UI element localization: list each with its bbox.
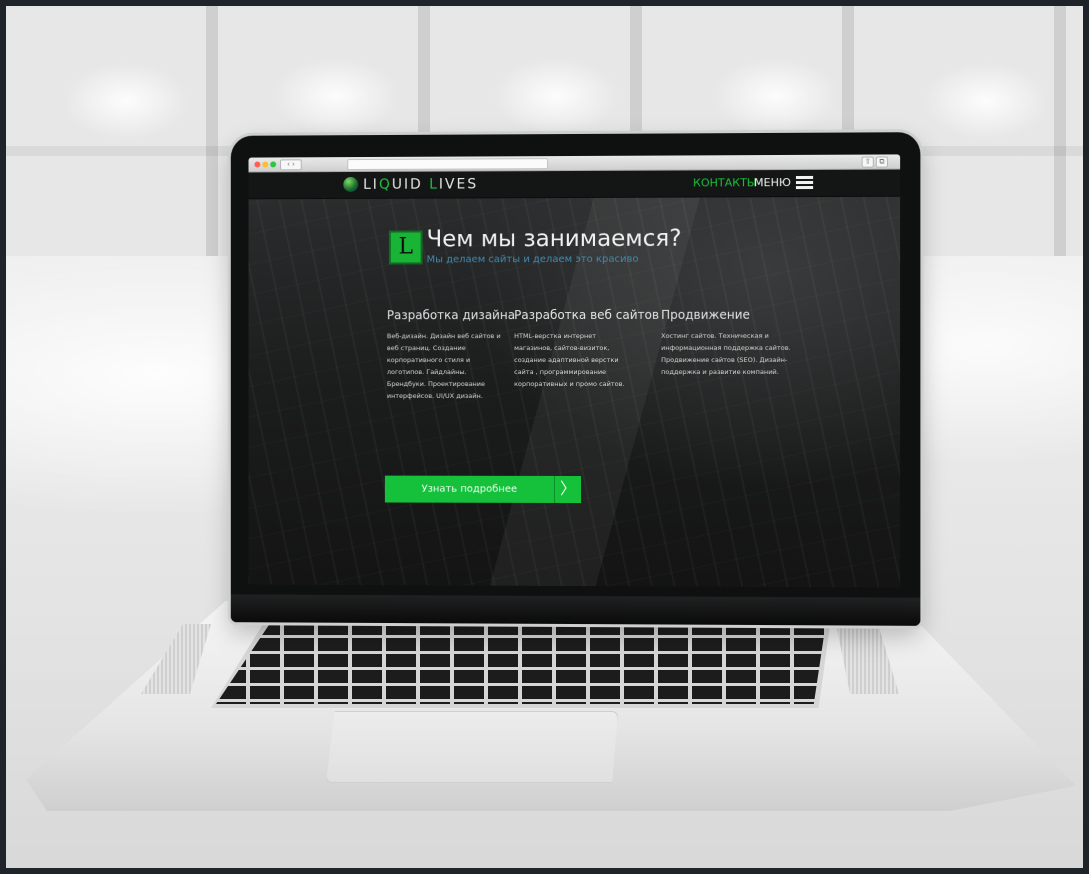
logo-text-accent: L <box>429 177 439 193</box>
service-text-promotion: Хостинг сайтов. Техническая и информацио… <box>661 330 797 378</box>
globe-logo-icon <box>343 177 358 192</box>
hero-subtitle: Мы делаем сайты и делаем это красиво <box>427 254 639 267</box>
site-header: LIQUID LIVES КОНТАКТЫ МЕНЮ <box>249 170 901 200</box>
share-icon[interactable]: ⇪ <box>862 157 874 168</box>
hamburger-menu-icon[interactable] <box>796 176 813 189</box>
lid-bezel-bottom <box>231 594 921 625</box>
trackpad <box>326 711 618 783</box>
site-logo[interactable]: LIQUID LIVES <box>363 175 478 193</box>
chevron-right-icon: 〉 <box>554 476 581 503</box>
learn-more-label: Узнать подробнее <box>385 476 554 503</box>
photo-background: ‹ › ⇪ ⧉ LIQUID LIVES КОНТАКТЫ МЕНЮ L Чем… <box>6 6 1083 868</box>
logo-text-accent: Q <box>379 177 392 193</box>
learn-more-button[interactable]: Узнать подробнее 〉 <box>385 476 581 503</box>
service-title-design: Разработка дизайна <box>387 308 515 322</box>
minimize-window-icon[interactable] <box>262 161 268 167</box>
logo-text-part: UID <box>392 177 429 193</box>
nav-menu-link[interactable]: МЕНЮ <box>754 177 791 189</box>
hero-title: Чем мы занимаемся? <box>427 226 682 253</box>
service-title-web: Разработка веб сайтов <box>514 308 659 322</box>
service-title-promotion: Продвижение <box>661 308 797 322</box>
keyboard-keys <box>216 622 826 704</box>
l-logo-icon: L <box>389 230 423 264</box>
close-window-icon[interactable] <box>254 161 260 167</box>
service-text-web: HTML-верстка интернет магазинов, сайтов-… <box>514 330 629 390</box>
service-text-design: Веб-дизайн. Дизайн веб сайтов и веб стра… <box>387 330 501 402</box>
tabs-icon[interactable]: ⧉ <box>876 156 888 167</box>
laptop-screen: ‹ › ⇪ ⧉ LIQUID LIVES КОНТАКТЫ МЕНЮ L Чем… <box>249 154 901 587</box>
hero-section: L Чем мы занимаемся? Мы делаем сайты и д… <box>249 197 901 588</box>
address-bar[interactable] <box>347 158 548 170</box>
logo-text-part: IVES <box>439 176 478 192</box>
logo-text-part: LI <box>363 177 379 193</box>
maximize-window-icon[interactable] <box>270 161 276 167</box>
back-forward-buttons[interactable]: ‹ › <box>280 159 302 170</box>
nav-contacts-link[interactable]: КОНТАКТЫ <box>693 177 757 189</box>
laptop-lid: ‹ › ⇪ ⧉ LIQUID LIVES КОНТАКТЫ МЕНЮ L Чем… <box>231 132 921 626</box>
